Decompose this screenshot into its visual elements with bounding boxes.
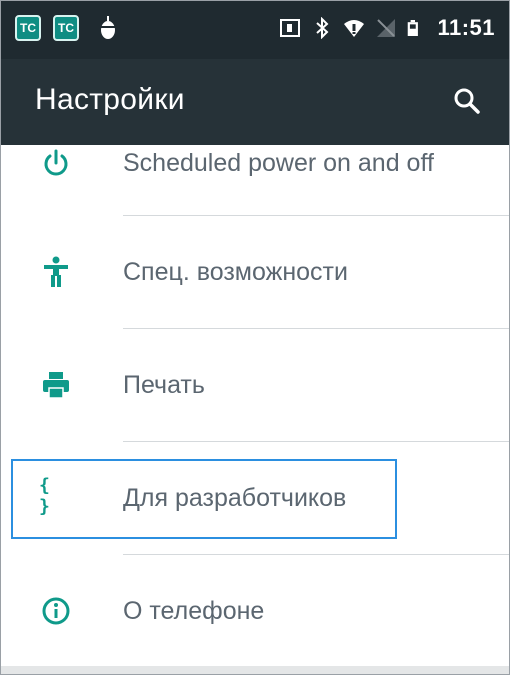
developer-options-highlight (11, 459, 397, 539)
tc-app-icon-2: TC (53, 15, 79, 41)
setting-print[interactable]: Печать (1, 329, 509, 441)
app-bar: Настройки (1, 59, 509, 145)
status-icons: 11:51 (279, 13, 495, 43)
search-icon (454, 88, 480, 114)
setting-label: Scheduled power on and off (123, 149, 434, 177)
battery-icon (408, 20, 419, 36)
setting-accessibility[interactable]: Спец. возможности (1, 216, 509, 328)
search-button[interactable] (447, 81, 487, 121)
info-icon (39, 594, 73, 628)
power-icon (39, 147, 73, 181)
setting-scheduled-power[interactable]: Scheduled power on and off (1, 145, 509, 217)
sim-icon (280, 19, 301, 37)
wifi-icon (344, 20, 365, 37)
setting-label: Спец. возможности (123, 258, 348, 286)
setting-about-phone[interactable]: О телефоне (1, 555, 509, 667)
bluetooth-icon (316, 17, 329, 39)
tc-app-icon: TC (15, 15, 41, 41)
setting-label: Печать (123, 371, 205, 399)
accessibility-icon (39, 255, 73, 289)
bottom-strip (1, 666, 509, 674)
phone-screen: TC TC 11:51 Настройки Scheduled power on… (0, 0, 510, 675)
page-title: Настройки (35, 83, 185, 116)
printer-icon (39, 368, 73, 402)
clock: 11:51 (437, 15, 495, 40)
status-bar: TC TC 11:51 (1, 1, 509, 59)
setting-label: О телефоне (123, 597, 265, 625)
no-signal-icon (377, 19, 396, 37)
android-debug-icon (101, 16, 115, 39)
